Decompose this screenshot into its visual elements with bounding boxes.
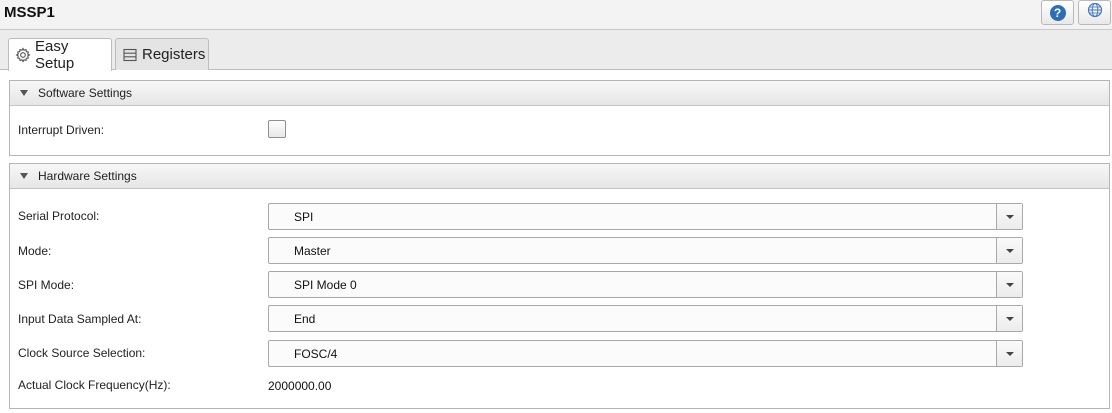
- select-value: SPI: [294, 210, 314, 224]
- clock-source-label: Clock Source Selection:: [18, 346, 146, 360]
- title-bar: MSSP1 ?: [0, 0, 1112, 30]
- dropdown-button[interactable]: [996, 272, 1022, 297]
- select-value: End: [294, 312, 316, 326]
- clock-source-select[interactable]: FOSC/4: [268, 340, 1023, 367]
- gear-icon: [15, 47, 31, 63]
- interrupt-driven-checkbox[interactable]: [268, 120, 286, 138]
- hardware-settings-panel: Hardware Settings Serial Protocol: SPI M…: [9, 163, 1110, 409]
- dropdown-button[interactable]: [996, 306, 1022, 331]
- actual-clock-frequency-label: Actual Clock Frequency(Hz):: [18, 378, 171, 392]
- chevron-down-icon: [1005, 214, 1014, 219]
- help-button[interactable]: ?: [1041, 0, 1074, 25]
- tab-label: Easy Setup: [35, 38, 75, 72]
- section-title: Software Settings: [38, 86, 133, 100]
- help-icon: ?: [1049, 4, 1066, 21]
- actual-clock-frequency-value: 2000000.00: [268, 379, 332, 393]
- input-data-sampled-select[interactable]: End: [268, 305, 1023, 332]
- tab-registers[interactable]: Registers: [115, 38, 209, 70]
- dropdown-button[interactable]: [996, 341, 1022, 366]
- tab-label: Registers: [142, 46, 206, 63]
- serial-protocol-label: Serial Protocol:: [18, 209, 100, 223]
- spi-mode-select[interactable]: SPI Mode 0: [268, 271, 1023, 298]
- input-data-sampled-label: Input Data Sampled At:: [18, 312, 142, 326]
- software-settings-header[interactable]: Software Settings: [10, 81, 1109, 106]
- select-value: Master: [294, 244, 331, 258]
- chevron-down-icon: [1005, 351, 1014, 356]
- dropdown-button[interactable]: [996, 238, 1022, 263]
- select-value: FOSC/4: [294, 347, 338, 361]
- registers-icon: [122, 47, 138, 63]
- hardware-settings-header[interactable]: Hardware Settings: [10, 164, 1109, 189]
- dropdown-button[interactable]: [996, 204, 1022, 229]
- page-title: MSSP1: [4, 4, 55, 21]
- chevron-down-icon: [1005, 248, 1014, 253]
- mode-label: Mode:: [18, 244, 52, 258]
- section-title: Hardware Settings: [38, 169, 137, 183]
- interrupt-driven-label: Interrupt Driven:: [18, 123, 105, 137]
- collapse-triangle-icon: [20, 90, 28, 96]
- select-value: SPI Mode 0: [294, 278, 357, 292]
- chevron-down-icon: [1005, 282, 1014, 287]
- serial-protocol-select[interactable]: SPI: [268, 203, 1023, 230]
- spi-mode-label: SPI Mode:: [18, 278, 75, 292]
- tab-strip: Easy Setup Registers: [0, 30, 1112, 72]
- web-button[interactable]: [1078, 0, 1111, 25]
- tab-easy-setup[interactable]: Easy Setup: [8, 38, 112, 72]
- globe-icon: [1087, 2, 1103, 23]
- software-settings-panel: Software Settings Interrupt Driven:: [9, 80, 1110, 156]
- chevron-down-icon: [1005, 316, 1014, 321]
- collapse-triangle-icon: [20, 173, 28, 179]
- mode-select[interactable]: Master: [268, 237, 1023, 264]
